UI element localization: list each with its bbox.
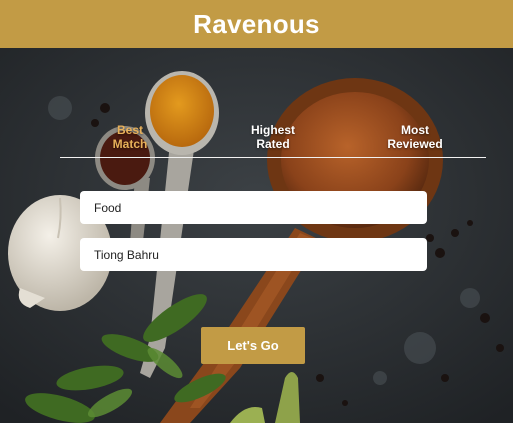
location-input[interactable] [80, 238, 427, 271]
tab-highest-rated[interactable]: Highest Rated [240, 123, 306, 151]
tab-best-match[interactable]: Best Match [100, 123, 160, 151]
tab-best-match-line2: Match [112, 137, 148, 151]
search-term-input[interactable] [80, 191, 427, 224]
tab-best-match-line1: Best [116, 123, 143, 137]
tab-highest-rated-line2: Rated [256, 137, 290, 151]
tab-most-reviewed-line2: Reviewed [387, 137, 443, 151]
app-title: Ravenous [193, 8, 320, 39]
tab-most-reviewed[interactable]: Most Reviewed [380, 123, 450, 151]
lets-go-button[interactable]: Let's Go [201, 327, 305, 364]
tab-most-reviewed-line1: Most [401, 123, 429, 137]
search-page: Ravenous Best Match Highest Rated Most R… [0, 0, 513, 423]
spices-background [0, 48, 513, 423]
tab-highest-rated-line1: Highest [250, 123, 295, 137]
hero-background-image [0, 48, 513, 423]
app-header: Ravenous [0, 0, 513, 48]
tabs-divider [60, 157, 486, 158]
sort-tabs: Best Match Highest Rated Most Reviewed [60, 123, 486, 157]
